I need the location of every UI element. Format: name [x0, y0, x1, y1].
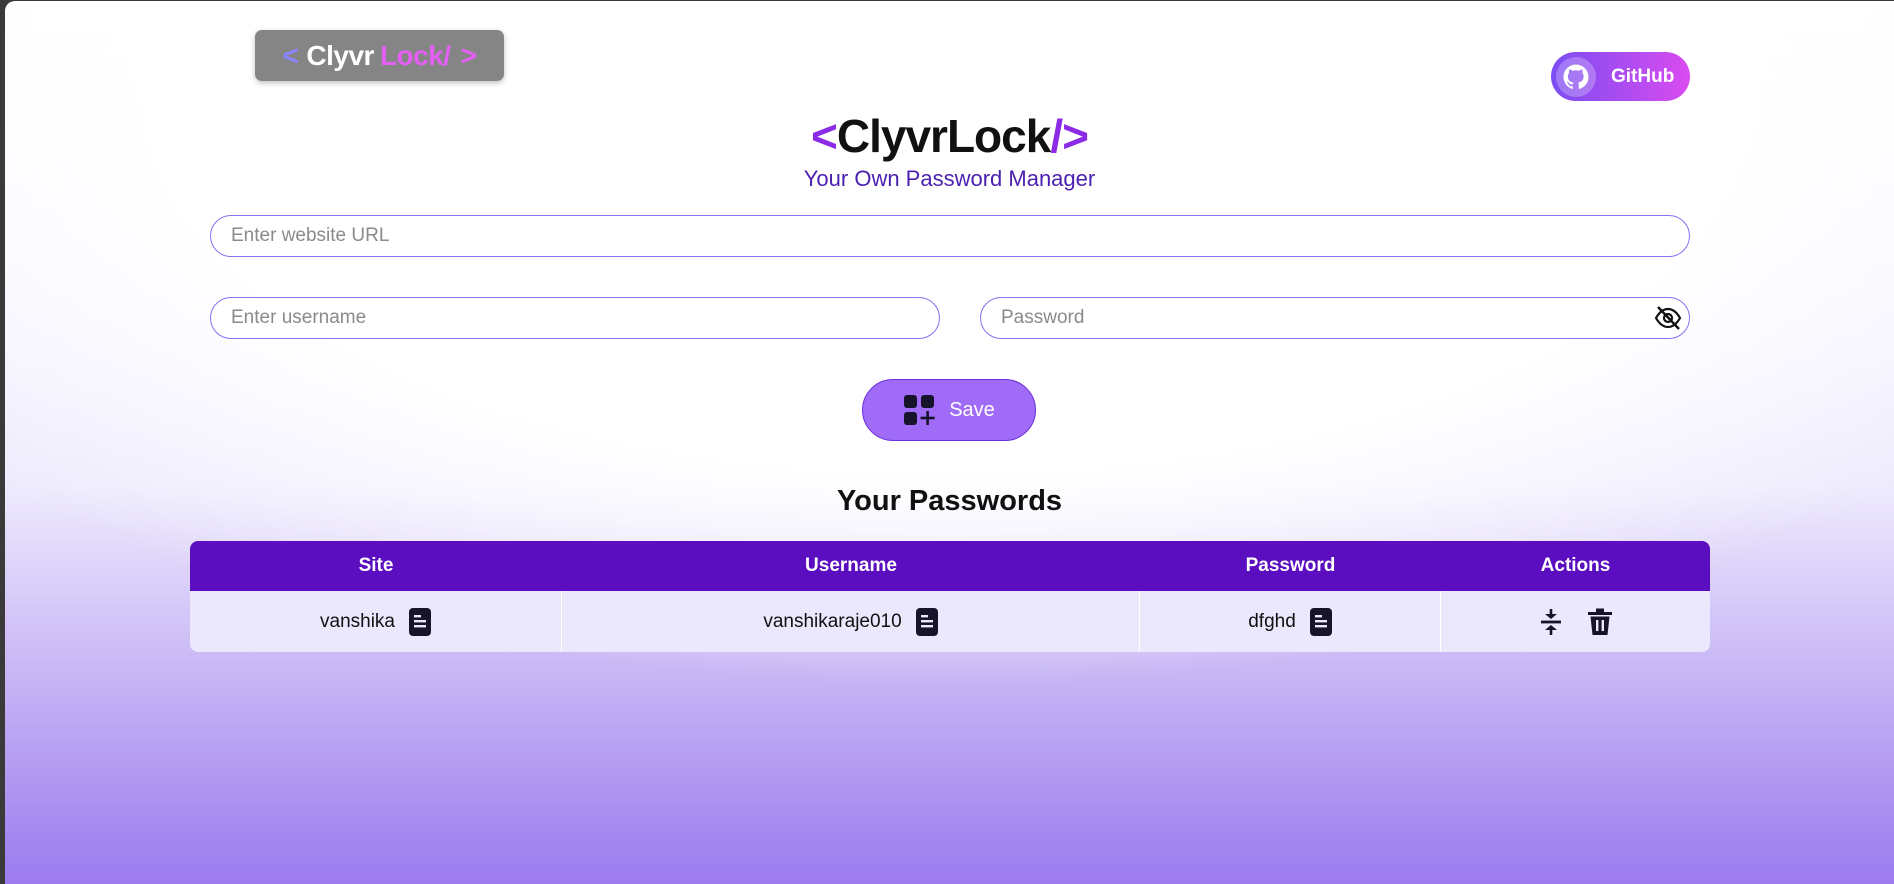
trash-icon[interactable] [1587, 608, 1613, 636]
username-input[interactable] [210, 297, 940, 339]
github-label: GitHub [1611, 65, 1675, 87]
title-bracket-open: < [811, 110, 838, 162]
save-button[interactable]: Save [862, 379, 1036, 441]
password-input[interactable] [980, 297, 1690, 339]
page-title: <ClyvrLock/> [5, 109, 1894, 163]
table-row: vanshika vanshikaraje010 dfghd [190, 591, 1710, 652]
logo-text-clyvr: Clyvr [306, 39, 374, 71]
title-main: ClyvrLock [836, 110, 1051, 162]
passwords-heading: Your Passwords [836, 485, 1063, 517]
table-header: Site Username Password Actions [190, 541, 1710, 591]
website-url-input[interactable] [210, 215, 1690, 257]
copy-icon[interactable] [409, 607, 431, 636]
password-cell: dfghd [1140, 591, 1441, 652]
add-grid-icon [904, 395, 935, 425]
passwords-table: Site Username Password Actions vanshika … [190, 541, 1710, 652]
eye-off-icon[interactable] [1653, 305, 1683, 331]
page-subtitle: Your Own Password Manager [803, 166, 1096, 191]
github-button[interactable]: GitHub [1551, 52, 1690, 101]
actions-cell [1441, 591, 1710, 652]
logo-badge: < Clyvr Lock/ > [255, 30, 504, 81]
app-page: < Clyvr Lock/ > GitHub <ClyvrLock/> Your… [5, 1, 1894, 884]
password-value: dfghd [1248, 610, 1296, 632]
copy-icon[interactable] [915, 607, 938, 636]
edit-icon[interactable] [1539, 608, 1563, 636]
column-header-password: Password [1245, 555, 1336, 576]
column-header-username: Username [805, 555, 897, 576]
site-value: vanshika [320, 610, 395, 632]
copy-icon[interactable] [1309, 607, 1332, 636]
column-header-actions: Actions [1540, 555, 1611, 576]
logo-bracket-close: > [460, 39, 477, 71]
column-header-site: Site [358, 555, 394, 576]
logo-bracket-open: < [282, 39, 299, 71]
site-cell: vanshika [190, 591, 562, 652]
logo-text-lock: Lock/ [379, 39, 451, 71]
username-value: vanshikaraje010 [763, 610, 902, 632]
title-bracket-close: /> [1050, 110, 1089, 162]
username-cell: vanshikaraje010 [562, 591, 1140, 652]
save-label: Save [949, 398, 995, 421]
github-icon [1556, 56, 1596, 97]
